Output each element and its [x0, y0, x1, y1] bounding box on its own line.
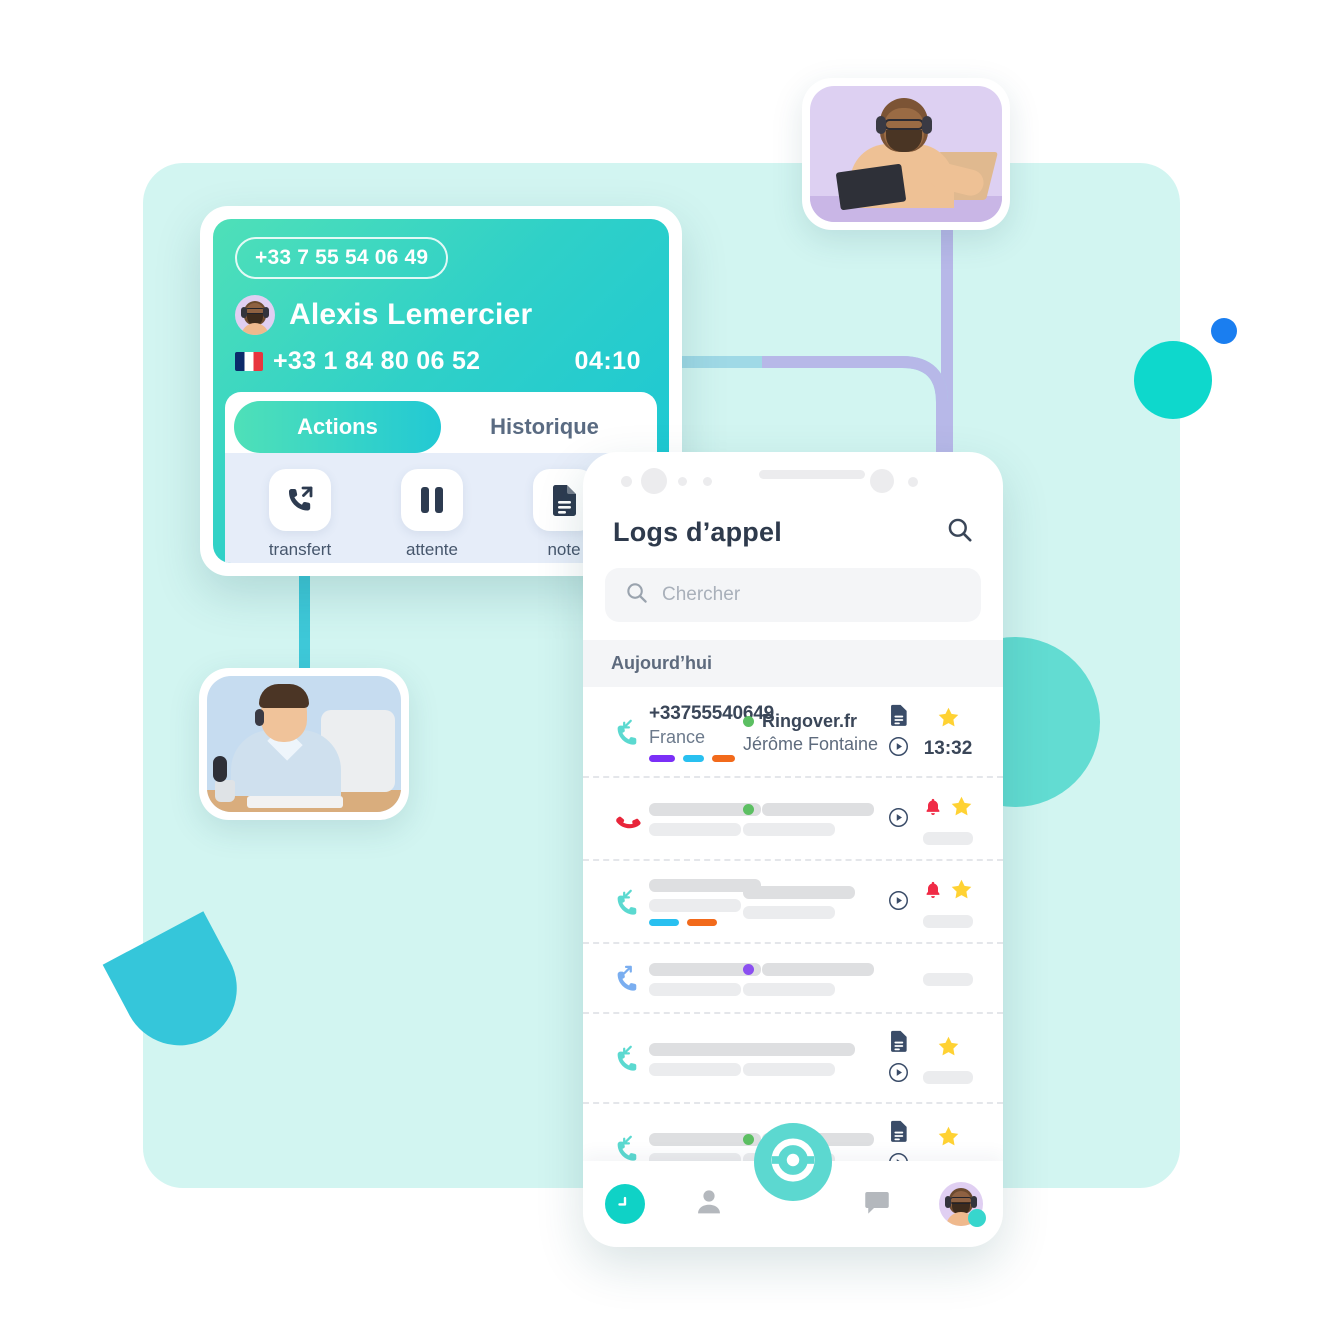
- status-badge: [968, 1209, 986, 1227]
- agent-photo-headset-laptop: [810, 86, 1002, 222]
- favorite-star-icon[interactable]: [936, 1124, 961, 1154]
- call-log-row[interactable]: [583, 861, 1003, 944]
- play-recording-icon[interactable]: [888, 890, 909, 916]
- call-timer: 04:10: [574, 347, 641, 375]
- phone-incoming-icon: [605, 1134, 649, 1164]
- chat-bubble-icon: [862, 1187, 892, 1222]
- connector-line-teal: [299, 560, 310, 680]
- search-icon: [625, 581, 648, 609]
- favorite-star-icon[interactable]: [936, 705, 961, 735]
- status-dot: [743, 963, 754, 975]
- action-label: attente: [406, 540, 458, 559]
- agent-photo-card-bottom: [199, 668, 409, 820]
- phone-notch: [583, 452, 1003, 498]
- sidebar-item-profile[interactable]: [933, 1176, 989, 1232]
- play-recording-icon[interactable]: [888, 807, 909, 833]
- call-log-row[interactable]: +33755540649 France Ringover.fr Jérôme F…: [583, 687, 1003, 778]
- status-dot: [743, 804, 754, 815]
- favorite-star-icon[interactable]: [949, 794, 974, 824]
- log-agent-name: Jérôme Fontaine: [743, 733, 879, 754]
- action-transfert[interactable]: transfert: [243, 469, 357, 559]
- tab-historique[interactable]: Historique: [441, 401, 648, 453]
- play-recording-icon[interactable]: [888, 736, 909, 762]
- log-number: +33755540649: [649, 703, 774, 724]
- sidebar-item-contacts[interactable]: [681, 1176, 737, 1232]
- note-document-icon[interactable]: [889, 704, 908, 731]
- search-placeholder: Chercher: [662, 584, 741, 605]
- status-dot: [743, 1133, 754, 1145]
- decor-blue-dot: [1211, 318, 1237, 344]
- clock-icon: [605, 1184, 645, 1224]
- call-log-row[interactable]: [583, 1014, 1003, 1104]
- log-tags: [649, 919, 735, 926]
- note-document-icon[interactable]: [889, 1120, 908, 1147]
- action-attente[interactable]: attente: [375, 469, 489, 559]
- phone-outgoing-icon: [605, 964, 649, 994]
- fr-flag-icon: [235, 352, 263, 371]
- call-transfer-icon[interactable]: [269, 469, 331, 531]
- section-header-today: Aujourd’hui: [583, 640, 1003, 687]
- log-time: 13:32: [923, 738, 973, 759]
- action-label: transfert: [268, 540, 332, 559]
- log-org-name: Ringover.fr: [762, 710, 858, 731]
- sidebar-item-history[interactable]: [597, 1176, 653, 1232]
- illustration-canvas: +33 7 55 54 06 49 Alexis Lemercier +33 1…: [0, 0, 1332, 1332]
- decor-teal-circle: [1134, 341, 1212, 419]
- search-input[interactable]: Chercher: [605, 568, 981, 622]
- phone-incoming-icon: [605, 888, 649, 918]
- tab-actions[interactable]: Actions: [234, 401, 441, 453]
- page-title: Logs d’appel: [613, 516, 782, 547]
- avatar: [939, 1182, 986, 1227]
- favorite-star-icon[interactable]: [936, 1034, 961, 1064]
- sidebar-item-messages[interactable]: [849, 1176, 905, 1232]
- call-log-row[interactable]: [583, 944, 1003, 1014]
- caller-phone-pill: +33 7 55 54 06 49: [235, 237, 449, 279]
- phone-mockup: Logs d’appel Chercher Aujourd’hui +33755…: [583, 452, 1003, 1247]
- phone-missed-icon: [605, 805, 649, 835]
- pause-icon[interactable]: [401, 469, 463, 531]
- caller-name: Alexis Lemercier: [289, 298, 533, 331]
- ringover-logo-icon: [770, 1137, 816, 1188]
- phone-header: Logs d’appel: [583, 498, 1003, 556]
- agent-photo-desktop: [207, 676, 401, 812]
- phone-incoming-icon: [605, 718, 649, 748]
- reminder-bell-icon[interactable]: [923, 880, 943, 905]
- call-card-tabs: Actions Historique: [225, 392, 657, 453]
- dial-fab-button[interactable]: [754, 1123, 832, 1201]
- call-log-row[interactable]: [583, 778, 1003, 861]
- play-recording-icon[interactable]: [888, 1062, 909, 1088]
- reminder-bell-icon[interactable]: [923, 797, 943, 822]
- log-country: France: [649, 727, 706, 747]
- phone-incoming-icon: [605, 1044, 649, 1074]
- log-tags: [649, 755, 735, 762]
- bottom-navigation: [583, 1123, 1003, 1247]
- caller-avatar: [235, 295, 275, 335]
- status-dot: [743, 715, 754, 727]
- search-icon[interactable]: [946, 516, 973, 548]
- line-number: +33 1 84 80 06 52: [273, 347, 481, 375]
- agent-photo-card-top: [802, 78, 1010, 230]
- note-document-icon[interactable]: [889, 1030, 908, 1057]
- person-icon: [693, 1186, 725, 1223]
- favorite-star-icon[interactable]: [949, 877, 974, 907]
